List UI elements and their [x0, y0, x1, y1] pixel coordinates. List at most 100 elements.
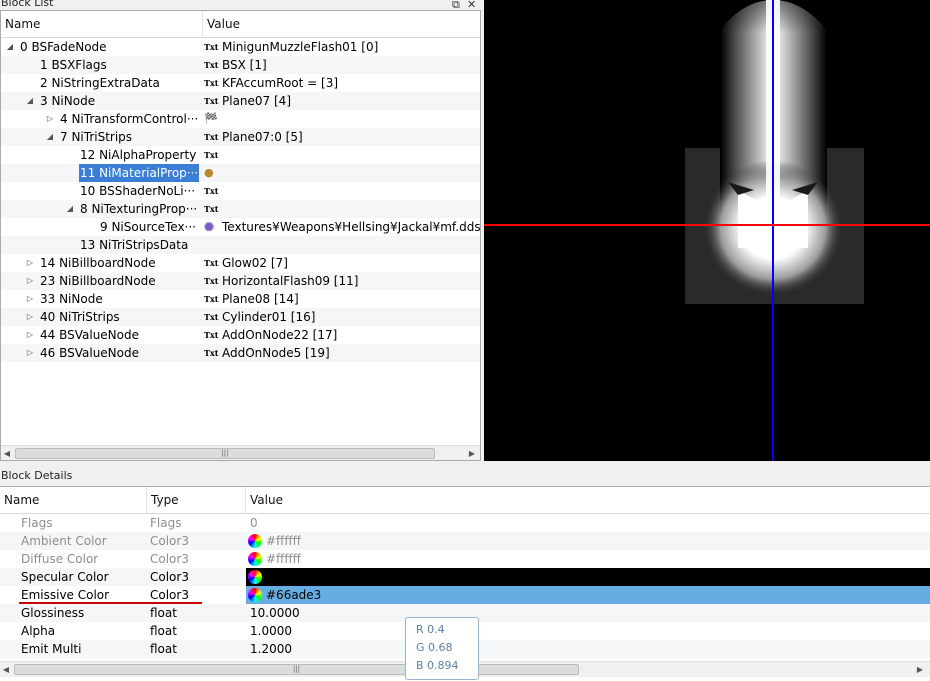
txt-icon: Txt: [204, 348, 219, 358]
detail-value[interactable]: 0: [250, 514, 258, 532]
tree-node-label[interactable]: 2 NiStringExtraData: [39, 74, 161, 92]
collapsed-arrow-icon[interactable]: ▷: [25, 308, 35, 326]
detail-row[interactable]: Diffuse Color Color3 #ffffff: [0, 550, 930, 568]
tree-value-cell: Txt AddOnNode5 [19]: [203, 344, 480, 362]
tree-row[interactable]: ▷ 46 BSValueNode Txt AddOnNode5 [19]: [1, 344, 480, 362]
tree-row[interactable]: ▷ 40 NiTriStrips Txt Cylinder01 [16]: [1, 308, 480, 326]
tree-row[interactable]: ▷ 14 NiBillboardNode Txt Glow02 [7]: [1, 254, 480, 272]
detail-row[interactable]: Specular Color Color3: [0, 568, 930, 586]
tree-node-label[interactable]: 11 NiMaterialProp···: [79, 164, 200, 182]
tree-node-label[interactable]: 0 BSFadeNode: [19, 38, 108, 56]
tree-row[interactable]: ▷ 4 NiTransformControl··· 🏁: [1, 110, 480, 128]
detail-value[interactable]: #66ade3: [266, 586, 321, 604]
horizontal-scrollbar[interactable]: ◀ ||| ▶: [1, 445, 480, 460]
details-scrollbar-thumb[interactable]: |||: [14, 664, 579, 675]
color-swatch[interactable]: [246, 568, 930, 586]
tooltip-g: G 0.68: [416, 641, 453, 654]
detail-value[interactable]: 1.2000: [250, 640, 292, 658]
txt-icon: Txt: [204, 258, 219, 268]
detail-type-column-header[interactable]: Type: [147, 487, 246, 513]
tree-node-label[interactable]: 3 NiNode: [39, 92, 96, 110]
tree-node-label[interactable]: 10 BSShaderNoLi···: [79, 182, 196, 200]
txt-icon: Txt: [204, 132, 219, 142]
tree-node-label[interactable]: 13 NiTriStripsData: [79, 236, 189, 254]
scrollbar-thumb[interactable]: |||: [15, 448, 435, 459]
tree-node-label[interactable]: 4 NiTransformControl···: [59, 110, 199, 128]
tree-name-cell: ▷ 14 NiBillboardNode: [1, 254, 201, 272]
expanded-arrow-icon[interactable]: ◢: [45, 128, 55, 146]
detail-name: Emit Multi: [21, 642, 82, 656]
tree-node-label[interactable]: 33 NiNode: [39, 290, 104, 308]
tree-row[interactable]: ◢ 0 BSFadeNode Txt MinigunMuzzleFlash01 [0]: [1, 38, 480, 56]
collapsed-arrow-icon[interactable]: ▷: [25, 344, 35, 362]
scroll-right-icon[interactable]: ▶: [466, 446, 478, 460]
txt-icon: Txt: [204, 150, 219, 160]
tree-node-label[interactable]: 40 NiTriStrips: [39, 308, 121, 326]
tree-row[interactable]: ▷ 44 BSValueNode Txt AddOnNode22 [17]: [1, 326, 480, 344]
color-wheel-icon[interactable]: [248, 534, 262, 548]
block-details-header: Name Type Value: [0, 487, 930, 514]
collapsed-arrow-icon[interactable]: ▷: [25, 272, 35, 290]
tree-node-label[interactable]: 44 BSValueNode: [39, 326, 140, 344]
tree-row[interactable]: ◢ 3 NiNode Txt Plane07 [4]: [1, 92, 480, 110]
detail-value[interactable]: 10.0000: [250, 604, 300, 622]
tree-row[interactable]: ◢ 8 NiTexturingProp··· Txt: [1, 200, 480, 218]
tree-row[interactable]: 13 NiTriStripsData: [1, 236, 480, 254]
emissive-underline: [19, 602, 202, 604]
detail-name-column-header[interactable]: Name: [0, 487, 147, 513]
color-swatch[interactable]: [246, 586, 930, 604]
collapsed-arrow-icon[interactable]: ▷: [25, 326, 35, 344]
block-list-panel: Name Value ◢ 0 BSFadeNode Txt MinigunMuzzle…: [0, 10, 481, 461]
tree-value-cell: Txt: [203, 182, 480, 200]
collapsed-arrow-icon[interactable]: ▷: [45, 110, 55, 128]
collapsed-arrow-icon[interactable]: ▷: [25, 254, 35, 272]
color-wheel-icon[interactable]: [248, 570, 262, 584]
tree-row[interactable]: ◢ 7 NiTriStrips Txt Plane07:0 [5]: [1, 128, 480, 146]
tree-row[interactable]: 9 NiSourceTex··· ✺ Textures¥Weapons¥Hellsi…: [1, 218, 480, 236]
detail-row[interactable]: Ambient Color Color3 #ffffff: [0, 532, 930, 550]
detail-value-column-header[interactable]: Value: [246, 487, 930, 513]
name-column-header[interactable]: Name: [1, 11, 203, 37]
detail-row[interactable]: Flags Flags 0: [0, 514, 930, 532]
tree-node-label[interactable]: 46 BSValueNode: [39, 344, 140, 362]
tree-row[interactable]: ▷ 23 NiBillboardNode Txt HorizontalFlash09 …: [1, 272, 480, 290]
tree-node-label[interactable]: 14 NiBillboardNode: [39, 254, 157, 272]
collapsed-arrow-icon[interactable]: ▷: [25, 290, 35, 308]
color-wheel-icon[interactable]: [248, 552, 262, 566]
expanded-arrow-icon[interactable]: ◢: [25, 92, 35, 110]
tree-row[interactable]: 10 BSShaderNoLi··· Txt: [1, 182, 480, 200]
tree-value-cell: ✺ Textures¥Weapons¥Hellsing¥Jackal¥mf.dds…: [203, 218, 480, 236]
tree-row[interactable]: 2 NiStringExtraData Txt KFAccumRoot = [3]: [1, 74, 480, 92]
tree-name-cell: 2 NiStringExtraData: [1, 74, 201, 92]
detail-name: Flags: [21, 516, 53, 530]
tree-name-cell: ▷ 4 NiTransformControl···: [1, 110, 201, 128]
tree-row[interactable]: 11 NiMaterialProp··· ●: [1, 164, 480, 182]
detail-value[interactable]: 1.0000: [250, 622, 292, 640]
details-scroll-left-icon[interactable]: ◀: [0, 662, 12, 677]
block-list-header: Name Value: [1, 11, 480, 38]
value-column-header[interactable]: Value: [203, 11, 480, 37]
detail-value[interactable]: #ffffff: [266, 550, 301, 568]
detail-type: Color3: [150, 534, 189, 548]
tree-value-cell: Txt MinigunMuzzleFlash01 [0]: [203, 38, 480, 56]
tree-node-label[interactable]: 1 BSXFlags: [39, 56, 108, 74]
detail-type: float: [150, 642, 177, 656]
expanded-arrow-icon[interactable]: ◢: [65, 200, 75, 218]
details-scroll-right-icon[interactable]: ▶: [914, 662, 926, 677]
tree-row[interactable]: 12 NiAlphaProperty Txt: [1, 146, 480, 164]
tree-node-label[interactable]: 12 NiAlphaProperty: [79, 146, 197, 164]
txt-icon: Txt: [204, 276, 219, 286]
tree-node-label[interactable]: 9 NiSourceTex···: [99, 218, 197, 236]
expanded-arrow-icon[interactable]: ◢: [5, 38, 15, 56]
tree-row[interactable]: 1 BSXFlags Txt BSX [1]: [1, 56, 480, 74]
tree-node-label[interactable]: 7 NiTriStrips: [59, 128, 133, 146]
tree-value-cell: Txt HorizontalFlash09 [11]: [203, 272, 480, 290]
tree-row[interactable]: ▷ 33 NiNode Txt Plane08 [14]: [1, 290, 480, 308]
tree-node-label[interactable]: 23 NiBillboardNode: [39, 272, 157, 290]
tree-node-label[interactable]: 8 NiTexturingProp···: [79, 200, 198, 218]
color-wheel-icon[interactable]: [248, 588, 262, 602]
detail-value[interactable]: #ffffff: [266, 532, 301, 550]
scroll-left-icon[interactable]: ◀: [1, 446, 13, 460]
render-view[interactable]: [484, 0, 930, 461]
tree-value-text: KFAccumRoot = [3]: [222, 76, 339, 90]
